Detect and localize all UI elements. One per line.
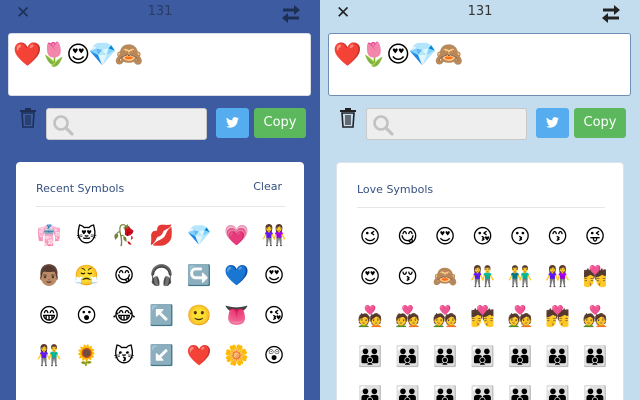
emoji-button[interactable]: 💋 bbox=[145, 218, 179, 252]
emoji-button[interactable]: 😘 bbox=[257, 298, 291, 332]
emoji-button[interactable]: 😂 bbox=[107, 298, 141, 332]
recent-symbols-title: Recent Symbols bbox=[36, 182, 125, 195]
emoji-button[interactable]: 😲 bbox=[257, 338, 291, 372]
search-icon bbox=[373, 115, 394, 136]
emoji-button[interactable]: 👪 bbox=[578, 339, 612, 373]
emoji-button[interactable]: 👪 bbox=[578, 379, 612, 400]
emoji-button[interactable]: 😍 bbox=[353, 259, 387, 293]
emoji-button[interactable]: 😽 bbox=[107, 338, 141, 372]
emoji-button[interactable]: 👪 bbox=[353, 339, 387, 373]
clear-button[interactable]: Clear bbox=[253, 180, 282, 193]
recent-symbols-card: Recent Symbols Clear 👘 😻 🥀 💋 💎 💗 👭 👨🏽 😤 😋 🎧 ↪️ 💙 😍 😁 😮 😂… bbox=[16, 162, 304, 400]
emoji-button[interactable]: 👪 bbox=[353, 379, 387, 400]
search-field[interactable] bbox=[366, 108, 527, 140]
emoji-button[interactable]: 💑 bbox=[428, 299, 462, 333]
emoji-button[interactable]: 🌻 bbox=[70, 338, 104, 372]
emoji-button[interactable]: 💗 bbox=[220, 218, 254, 252]
emoji-button[interactable]: 👬 bbox=[503, 259, 537, 293]
emoji-button[interactable]: ↙️ bbox=[145, 338, 179, 372]
emoji-button[interactable]: 👪 bbox=[428, 379, 462, 400]
emoji-button[interactable]: 👪 bbox=[541, 339, 575, 373]
trash-icon[interactable] bbox=[339, 108, 357, 128]
emoji-button[interactable]: 👪 bbox=[541, 379, 575, 400]
trash-icon[interactable] bbox=[19, 108, 37, 128]
search-field[interactable] bbox=[46, 108, 207, 140]
emoji-button[interactable]: 💑 bbox=[578, 299, 612, 333]
swap-arrows-icon[interactable] bbox=[280, 4, 302, 24]
emoji-button[interactable]: 🌼 bbox=[220, 338, 254, 372]
emoji-button[interactable]: 👪 bbox=[428, 339, 462, 373]
search-icon bbox=[53, 115, 74, 136]
emoji-button[interactable]: 👪 bbox=[503, 339, 537, 373]
emoji-button[interactable]: 😤 bbox=[70, 258, 104, 292]
emoji-button[interactable]: 🥀 bbox=[107, 218, 141, 252]
twitter-icon bbox=[546, 117, 559, 128]
emoji-button[interactable]: 💎 bbox=[182, 218, 216, 252]
emoji-button[interactable]: 💑 bbox=[391, 299, 425, 333]
emoji-text-area[interactable]: ❤️🌷😍💎🙈 bbox=[328, 33, 631, 96]
emoji-button[interactable]: 😜 bbox=[578, 219, 612, 253]
divider bbox=[36, 206, 286, 207]
emoji-button[interactable]: 👫 bbox=[32, 338, 66, 372]
emoji-button[interactable]: 👪 bbox=[391, 339, 425, 373]
love-symbols-title: Love Symbols bbox=[357, 183, 434, 196]
emoji-button[interactable]: 🙈 bbox=[428, 259, 462, 293]
swap-arrows-icon[interactable] bbox=[600, 4, 622, 24]
emoji-button[interactable]: 👪 bbox=[466, 379, 500, 400]
emoji-button[interactable]: 👫 bbox=[466, 259, 500, 293]
search-input[interactable] bbox=[397, 109, 523, 139]
character-count: 131 bbox=[147, 4, 173, 19]
emoji-button[interactable]: 🎧 bbox=[145, 258, 179, 292]
emoji-button[interactable]: 💏 bbox=[578, 259, 612, 293]
divider bbox=[357, 207, 605, 208]
emoji-button[interactable]: 😘 bbox=[466, 219, 500, 253]
emoji-button[interactable]: 😚 bbox=[391, 259, 425, 293]
emoji-button[interactable]: 😙 bbox=[541, 219, 575, 253]
twitter-share-button[interactable] bbox=[216, 108, 249, 138]
copy-button[interactable]: Copy bbox=[254, 108, 306, 138]
emoji-button[interactable]: 💑 bbox=[353, 299, 387, 333]
twitter-icon bbox=[226, 117, 239, 128]
emoji-button[interactable]: 😉 bbox=[353, 219, 387, 253]
emoji-button[interactable]: 😁 bbox=[32, 298, 66, 332]
love-symbols-card: Love Symbols 😉 😋 😍 😘 😗 😙 😜 😍 😚 🙈 👫 👬 👭 💏 💑 💑 💑 💏 💑 💏 💑 👪 👪 👪 👪 👪 👪… bbox=[336, 162, 624, 400]
emoji-button[interactable]: 😋 bbox=[107, 258, 141, 292]
emoji-button[interactable]: 💏 bbox=[466, 299, 500, 333]
emoji-button[interactable]: 😋 bbox=[391, 219, 425, 253]
right-panel: ✕ 131 ❤️🌷😍💎🙈 Copy Love Symbols 😉 😋 😍 😘 😗… bbox=[320, 0, 640, 400]
emoji-button[interactable]: 👨🏽 bbox=[32, 258, 66, 292]
emoji-button[interactable]: 👪 bbox=[391, 379, 425, 400]
emoji-text-area[interactable]: ❤️🌷😍💎🙈 bbox=[8, 33, 311, 96]
twitter-share-button[interactable] bbox=[536, 108, 569, 138]
emoji-button[interactable]: 😗 bbox=[503, 219, 537, 253]
emoji-button[interactable]: ↖️ bbox=[145, 298, 179, 332]
search-input[interactable] bbox=[77, 109, 203, 139]
emoji-button[interactable]: 👘 bbox=[32, 218, 66, 252]
left-header: ✕ 131 ❤️🌷😍💎🙈 Copy bbox=[0, 0, 320, 150]
emoji-button[interactable]: 😍 bbox=[257, 258, 291, 292]
copy-button[interactable]: Copy bbox=[574, 108, 626, 138]
emoji-button[interactable]: 😻 bbox=[70, 218, 104, 252]
left-panel: ✕ 131 ❤️🌷😍💎🙈 Copy Recent Symbols Clear 👘… bbox=[0, 0, 320, 400]
right-header: ✕ 131 ❤️🌷😍💎🙈 Copy bbox=[320, 0, 640, 150]
emoji-button[interactable]: 😍 bbox=[428, 219, 462, 253]
emoji-button[interactable]: 👅 bbox=[220, 298, 254, 332]
emoji-button[interactable]: 💑 bbox=[503, 299, 537, 333]
emoji-button[interactable]: ❤️ bbox=[182, 338, 216, 372]
emoji-button[interactable]: 😮 bbox=[70, 298, 104, 332]
character-count: 131 bbox=[467, 4, 493, 19]
emoji-button[interactable]: 💏 bbox=[541, 299, 575, 333]
emoji-button[interactable]: 👪 bbox=[466, 339, 500, 373]
emoji-button[interactable]: 👭 bbox=[257, 218, 291, 252]
emoji-button[interactable]: 💙 bbox=[220, 258, 254, 292]
emoji-button[interactable]: 👭 bbox=[541, 259, 575, 293]
emoji-button[interactable]: 👪 bbox=[503, 379, 537, 400]
emoji-button[interactable]: 🙂 bbox=[182, 298, 216, 332]
emoji-button[interactable]: ↪️ bbox=[182, 258, 216, 292]
